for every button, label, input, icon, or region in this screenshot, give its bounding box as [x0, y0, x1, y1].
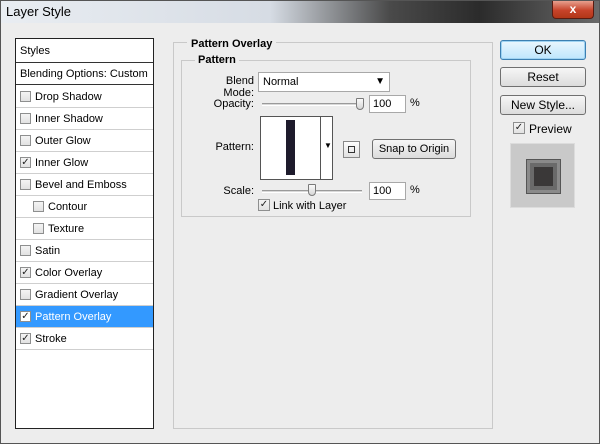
opacity-label: Opacity:	[213, 98, 254, 110]
style-checkbox[interactable]: ✓	[20, 333, 31, 344]
style-checkbox[interactable]: ✓	[20, 157, 31, 168]
style-checkbox[interactable]: ✓	[20, 267, 31, 278]
style-item-drop-shadow[interactable]: Drop Shadow	[16, 86, 153, 108]
style-preview	[510, 143, 575, 208]
pattern-label: Pattern:	[215, 141, 254, 153]
new-preset-icon	[348, 146, 355, 153]
style-checkbox[interactable]	[20, 289, 31, 300]
style-item-inner-glow[interactable]: ✓ Inner Glow	[16, 152, 153, 174]
style-item-pattern-overlay[interactable]: ✓ Pattern Overlay	[16, 306, 153, 328]
style-checkbox[interactable]	[20, 135, 31, 146]
style-item-label: Satin	[35, 245, 61, 257]
link-with-layer-checkbox[interactable]: ✓	[258, 199, 270, 211]
style-item-label: Pattern Overlay	[35, 311, 112, 323]
style-item-stroke[interactable]: ✓ Stroke	[16, 328, 153, 350]
blending-options-item[interactable]: Blending Options: Custom	[16, 63, 153, 85]
style-checkbox[interactable]	[20, 113, 31, 124]
close-button[interactable]: x	[552, 1, 594, 19]
pattern-stripe	[286, 120, 295, 175]
style-item-contour[interactable]: Contour	[16, 196, 153, 218]
window-title: Layer Style	[6, 4, 72, 19]
blend-mode-label: Blend Mode:	[223, 75, 254, 99]
new-style-button[interactable]: New Style...	[500, 95, 586, 115]
style-item-label: Gradient Overlay	[35, 289, 119, 301]
opacity-slider-thumb[interactable]	[356, 98, 364, 110]
style-item-label: Texture	[48, 223, 85, 235]
pattern-preview	[261, 117, 321, 179]
style-item-label: Inner Glow	[35, 157, 89, 169]
styles-list: Styles Blending Options: Custom Drop Sha…	[15, 38, 154, 429]
opacity-unit: %	[410, 97, 420, 109]
style-checkbox[interactable]	[20, 179, 31, 190]
pattern-group-title: Pattern	[195, 54, 239, 66]
scale-input[interactable]: 100	[369, 182, 406, 200]
preview-label: Preview	[529, 122, 572, 136]
style-item-label: Color Overlay	[35, 267, 103, 279]
new-preset-button[interactable]	[343, 141, 360, 158]
styles-header[interactable]: Styles	[16, 39, 153, 63]
section-title: Pattern Overlay	[187, 38, 277, 50]
opacity-slider-track[interactable]	[262, 103, 362, 106]
style-item-gradient-overlay[interactable]: Gradient Overlay	[16, 284, 153, 306]
link-with-layer-label: Link with Layer	[273, 200, 347, 212]
style-checkbox[interactable]	[33, 223, 44, 234]
preview-thumbnail	[527, 160, 560, 193]
layer-style-dialog: Layer Style x Styles Blending Options: C…	[0, 0, 600, 444]
style-checkbox[interactable]	[20, 91, 31, 102]
dialog-content: Styles Blending Options: Custom Drop Sha…	[7, 23, 595, 439]
blend-mode-select[interactable]: Normal ▼	[258, 72, 390, 92]
preview-thumbnail-core	[534, 167, 553, 186]
pattern-picker[interactable]: ▼	[260, 116, 333, 180]
style-item-bevel-and-emboss[interactable]: Bevel and Emboss	[16, 174, 153, 196]
style-checkbox[interactable]	[33, 201, 44, 212]
snap-to-origin-button[interactable]: Snap to Origin	[372, 139, 456, 159]
preview-checkbox[interactable]: ✓	[513, 122, 525, 134]
style-item-texture[interactable]: Texture	[16, 218, 153, 240]
style-item-label: Outer Glow	[35, 135, 91, 147]
scale-slider-thumb[interactable]	[308, 184, 316, 196]
opacity-input[interactable]: 100	[369, 95, 406, 113]
style-item-satin[interactable]: Satin	[16, 240, 153, 262]
ok-button[interactable]: OK	[500, 40, 586, 60]
style-item-label: Bevel and Emboss	[35, 179, 127, 191]
scale-label: Scale:	[223, 185, 254, 197]
style-checkbox[interactable]	[20, 245, 31, 256]
style-item-label: Stroke	[35, 333, 67, 345]
blend-mode-value: Normal	[263, 76, 299, 88]
style-item-outer-glow[interactable]: Outer Glow	[16, 130, 153, 152]
title-bar[interactable]: Layer Style x	[1, 1, 599, 23]
pattern-dropdown-arrow-icon[interactable]: ▼	[324, 141, 332, 150]
style-checkbox[interactable]: ✓	[20, 311, 31, 322]
style-item-label: Contour	[48, 201, 88, 213]
style-item-inner-shadow[interactable]: Inner Shadow	[16, 108, 153, 130]
reset-button[interactable]: Reset	[500, 67, 586, 87]
style-item-color-overlay[interactable]: ✓ Color Overlay	[16, 262, 153, 284]
dropdown-arrow-icon: ▼	[375, 76, 385, 87]
scale-unit: %	[410, 184, 420, 196]
style-item-label: Drop Shadow	[35, 91, 102, 103]
style-item-label: Inner Shadow	[35, 113, 103, 125]
